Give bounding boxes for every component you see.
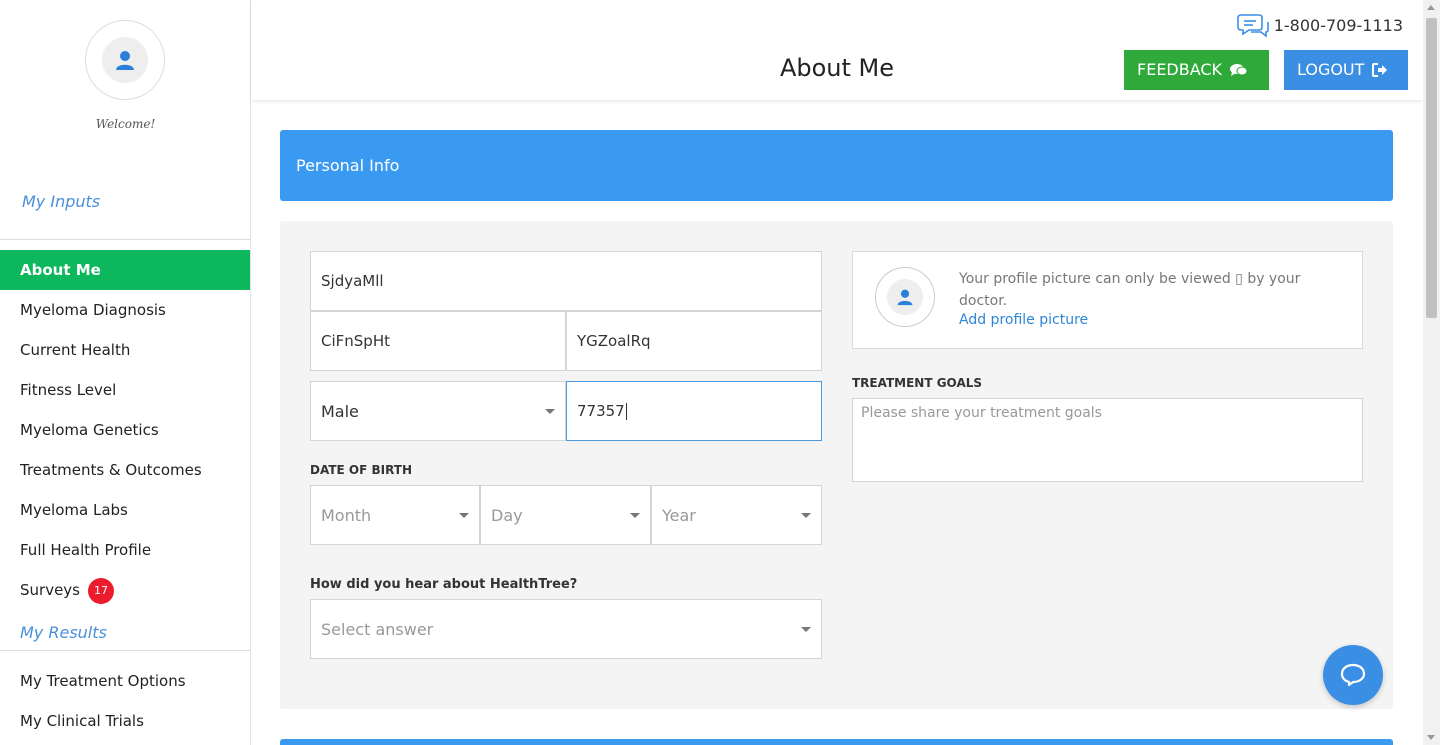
add-profile-picture-link[interactable]: Add profile picture (959, 312, 1088, 328)
user-icon (887, 279, 923, 315)
middle-name-field[interactable]: CiFnSpHt (310, 311, 566, 371)
header: 1-800-709-1113 About Me FEEDBACK LOGOUT (251, 0, 1423, 100)
sidebar-item-fitness-level[interactable]: Fitness Level (0, 370, 250, 410)
sidebar-item-my-clinical-trials[interactable]: My Clinical Trials (0, 701, 250, 741)
profile-picture-card: Your profile picture can only be viewed … (852, 251, 1363, 349)
hear-about-value: Select answer (321, 619, 434, 639)
first-name-field[interactable]: SjdyaMll (310, 251, 822, 311)
treatment-goals-textarea[interactable]: Please share your treatment goals (852, 398, 1363, 482)
sidebar: Welcome! My Inputs About Me Myeloma Diag… (0, 0, 251, 745)
scroll-down-arrow-icon[interactable] (1427, 735, 1435, 740)
zip-code-field[interactable]: 77357 (566, 381, 822, 441)
divider (0, 239, 250, 240)
sidebar-item-surveys[interactable]: Surveys 17 (0, 570, 250, 610)
user-icon (102, 37, 148, 83)
next-section-banner (280, 739, 1393, 745)
my-results-title: My Results (20, 623, 107, 642)
personal-info-banner: Personal Info (280, 130, 1393, 201)
dob-year-value: Year (662, 505, 696, 525)
phone-number: 1-800-709-1113 (1273, 15, 1403, 35)
phone-contact[interactable]: 1-800-709-1113 (1236, 12, 1403, 38)
sidebar-item-about-me[interactable]: About Me (0, 250, 250, 290)
last-name-field[interactable]: YGZoalRq (566, 311, 822, 371)
avatar[interactable] (85, 20, 165, 100)
chevron-down-icon (459, 513, 469, 518)
treatment-goals-label: TREATMENT GOALS (852, 376, 983, 390)
chevron-down-icon (630, 513, 640, 518)
logout-button[interactable]: LOGOUT (1284, 50, 1408, 90)
dob-month-value: Month (321, 505, 372, 525)
gender-select[interactable]: Male (310, 381, 566, 441)
dob-day-select[interactable]: Day (480, 485, 651, 545)
zip-value: 77357 (577, 402, 625, 420)
scroll-thumb[interactable] (1426, 18, 1437, 318)
chat-widget-button[interactable] (1323, 645, 1383, 705)
welcome-text: Welcome! (95, 117, 156, 131)
dob-label: DATE OF BIRTH (310, 463, 412, 477)
chevron-down-icon (801, 513, 811, 518)
profile-picture-note: Your profile picture can only be viewed … (959, 271, 1301, 309)
sidebar-item-current-health[interactable]: Current Health (0, 330, 250, 370)
hear-about-label: How did you hear about HealthTree? (310, 577, 578, 592)
comments-icon (1230, 64, 1248, 76)
sidebar-item-myeloma-genetics[interactable]: Myeloma Genetics (0, 410, 250, 450)
sidebar-item-full-health-profile[interactable]: Full Health Profile (0, 530, 250, 570)
hear-about-select[interactable]: Select answer (310, 599, 822, 659)
sidebar-item-myeloma-diagnosis[interactable]: Myeloma Diagnosis (0, 290, 250, 330)
sidebar-item-treatments-outcomes[interactable]: Treatments & Outcomes (0, 450, 250, 490)
logout-label: LOGOUT (1297, 60, 1365, 79)
divider (0, 650, 250, 651)
surveys-count-badge: 17 (88, 577, 114, 604)
feedback-label: FEEDBACK (1137, 60, 1223, 79)
scrollbar[interactable] (1423, 0, 1440, 745)
sidebar-item-myeloma-labs[interactable]: Myeloma Labs (0, 490, 250, 530)
dob-year-select[interactable]: Year (651, 485, 822, 545)
chat-bubble-icon (1340, 663, 1366, 687)
sidebar-item-my-treatment-options[interactable]: My Treatment Options (0, 661, 250, 701)
chat-support-icon (1236, 14, 1269, 38)
profile-avatar[interactable] (875, 267, 935, 327)
text-cursor (625, 402, 627, 420)
chevron-down-icon (801, 627, 811, 632)
gender-value: Male (321, 401, 359, 421)
scroll-up-arrow-icon[interactable] (1427, 5, 1435, 10)
sign-out-icon (1372, 63, 1388, 77)
my-inputs-title: My Inputs (22, 192, 101, 211)
dob-day-value: Day (491, 505, 523, 525)
feedback-button[interactable]: FEEDBACK (1124, 50, 1269, 90)
sidebar-item-label: Surveys (20, 581, 80, 599)
dob-month-select[interactable]: Month (310, 485, 480, 545)
chevron-down-icon (545, 409, 555, 414)
